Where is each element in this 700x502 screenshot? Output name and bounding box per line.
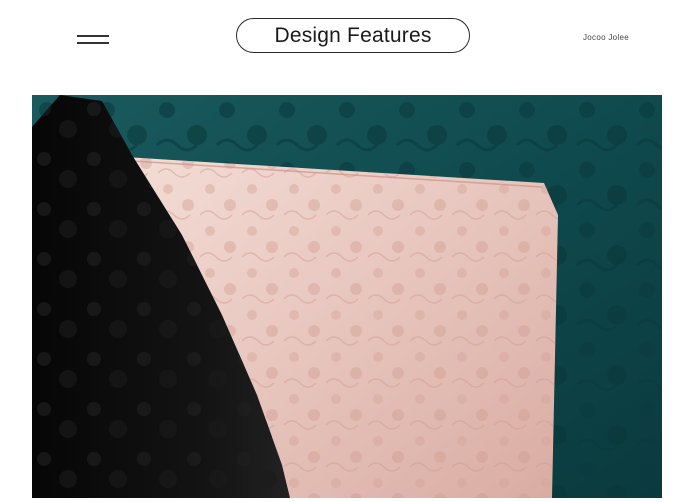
header: Design Features Jocoo Jolee [0,0,700,80]
page-title-text: Design Features [274,23,432,47]
brand-logo: Jocoo Jolee [583,33,629,42]
hamburger-menu-icon[interactable] [77,33,109,45]
fabric-image [32,95,662,498]
fabric-photo [32,95,662,498]
page-title: Design Features [236,18,470,53]
